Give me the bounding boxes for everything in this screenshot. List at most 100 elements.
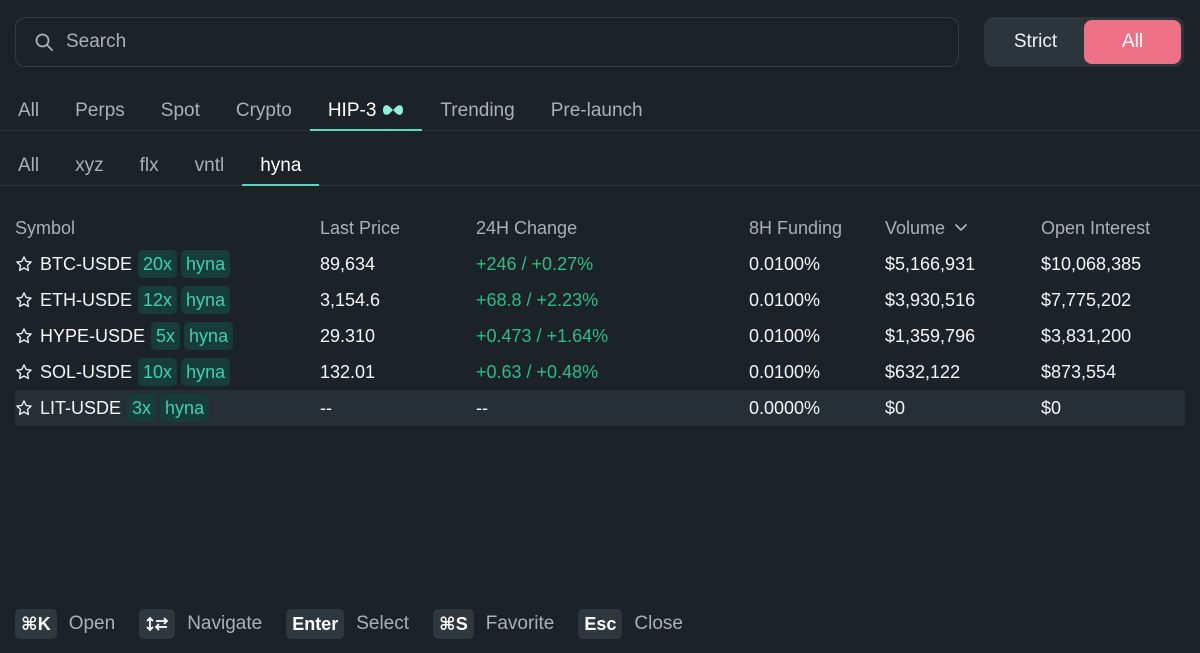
last-price: --	[320, 397, 332, 418]
tab-trending[interactable]: Trending	[422, 90, 532, 130]
tab-perps[interactable]: Perps	[57, 90, 143, 130]
volume: $1,359,796	[885, 325, 976, 346]
change-24h: +246 / +0.27%	[476, 253, 594, 274]
open-interest: $10,068,385	[1041, 253, 1142, 274]
open-interest: $7,775,202	[1041, 289, 1132, 310]
dex-badge: hyna	[181, 358, 231, 386]
change-24h: +68.8 / +2.23%	[476, 289, 599, 310]
header-volume-label: Volume	[885, 217, 946, 238]
last-price: 132.01	[320, 361, 376, 382]
symbol-name: HYPE-USDE	[40, 325, 146, 346]
leverage-badge: 5x	[151, 322, 181, 350]
tab-crypto[interactable]: Crypto	[218, 90, 310, 130]
tab-hip3[interactable]: HIP-3	[309, 90, 423, 131]
leverage-badge: 10x	[138, 358, 178, 386]
arrows-icon	[146, 616, 169, 632]
all-option[interactable]: All	[1084, 20, 1181, 64]
change-24h: --	[476, 397, 488, 418]
navigate-shortcut-label: Navigate	[187, 613, 263, 634]
chevron-down-icon	[955, 224, 967, 231]
table-row-selected[interactable]: LIT-USDE 3x hyna -- -- 0.0000% $0 $0	[15, 390, 1185, 426]
open-interest: $3,831,200	[1041, 325, 1132, 346]
dex-badge: hyna	[160, 394, 210, 422]
dex-badge: hyna	[181, 286, 231, 314]
search-box[interactable]	[15, 17, 959, 67]
open-shortcut-label: Open	[68, 613, 116, 634]
table-row[interactable]: ETH-USDE 12x hyna 3,154.6 +68.8 / +2.23%…	[15, 282, 1185, 318]
star-icon[interactable]	[15, 327, 33, 345]
subtab-flx[interactable]: flx	[122, 147, 177, 185]
select-shortcut-label: Select	[356, 613, 410, 634]
tab-all[interactable]: All	[0, 90, 57, 130]
strict-option[interactable]: Strict	[987, 20, 1084, 64]
volume: $5,166,931	[885, 253, 976, 274]
star-icon[interactable]	[15, 291, 33, 309]
search-input[interactable]	[66, 31, 916, 53]
last-price: 89,634	[320, 253, 376, 274]
symbol-cell: SOL-USDE 10x hyna	[15, 358, 320, 386]
symbol-name: LIT-USDE	[40, 397, 122, 418]
main-tabs: All Perps Spot Crypto HIP-3 Trending Pre…	[0, 90, 1200, 131]
keyboard-shortcuts: ⌘K Open Navigate Enter Select ⌘S Favorit…	[15, 609, 707, 639]
star-icon[interactable]	[15, 399, 33, 417]
last-price: 3,154.6	[320, 289, 381, 310]
dex-badge: hyna	[181, 250, 231, 278]
tab-spot[interactable]: Spot	[143, 90, 218, 130]
star-icon[interactable]	[15, 363, 33, 381]
favorite-shortcut-key: ⌘S	[433, 609, 474, 639]
header-open-interest[interactable]: Open Interest	[1041, 218, 1185, 239]
subtab-hyna[interactable]: hyna	[242, 147, 320, 186]
header-symbol[interactable]: Symbol	[15, 218, 320, 239]
symbol-cell: HYPE-USDE 5x hyna	[15, 322, 320, 350]
table-row[interactable]: BTC-USDE 20x hyna 89,634 +246 / +0.27% 0…	[15, 246, 1185, 282]
funding-8h: 0.0100%	[749, 253, 821, 274]
header-volume[interactable]: Volume	[885, 218, 1041, 239]
table-header: Symbol Last Price 24H Change 8H Funding …	[15, 210, 1185, 246]
funding-8h: 0.0100%	[749, 289, 821, 310]
select-shortcut-key: Enter	[286, 609, 345, 639]
subtab-xyz[interactable]: xyz	[57, 147, 122, 185]
symbol-cell: ETH-USDE 12x hyna	[15, 286, 320, 314]
favorite-shortcut-label: Favorite	[485, 613, 555, 634]
subtab-vntl[interactable]: vntl	[177, 147, 243, 185]
funding-8h: 0.0000%	[749, 397, 821, 418]
tab-hip3-label: HIP-3	[327, 100, 377, 121]
close-shortcut-label: Close	[634, 613, 683, 634]
header-24h-change[interactable]: 24H Change	[476, 218, 749, 239]
open-shortcut-key: ⌘K	[15, 609, 57, 639]
volume: $0	[885, 397, 906, 418]
symbol-name: SOL-USDE	[40, 361, 133, 382]
symbol-cell: LIT-USDE 3x hyna	[15, 394, 320, 422]
open-interest: $873,554	[1041, 361, 1117, 382]
hyperliquid-logo-icon	[383, 105, 404, 115]
subtab-all[interactable]: All	[0, 147, 57, 185]
tab-pre-launch[interactable]: Pre-launch	[533, 90, 661, 130]
star-icon[interactable]	[15, 255, 33, 273]
header-last-price[interactable]: Last Price	[320, 218, 476, 239]
dex-badge: hyna	[184, 322, 234, 350]
leverage-badge: 12x	[138, 286, 178, 314]
header-8h-funding[interactable]: 8H Funding	[749, 218, 885, 239]
last-price: 29.310	[320, 325, 376, 346]
close-shortcut-key: Esc	[578, 609, 623, 639]
markets-table: Symbol Last Price 24H Change 8H Funding …	[15, 210, 1185, 426]
change-24h: +0.63 / +0.48%	[476, 361, 599, 382]
change-24h: +0.473 / +1.64%	[476, 325, 609, 346]
symbol-name: BTC-USDE	[40, 253, 133, 274]
funding-8h: 0.0100%	[749, 361, 821, 382]
volume: $632,122	[885, 361, 961, 382]
table-row[interactable]: HYPE-USDE 5x hyna 29.310 +0.473 / +1.64%…	[15, 318, 1185, 354]
open-interest: $0	[1041, 397, 1062, 418]
navigate-shortcut-key	[139, 609, 176, 639]
volume: $3,930,516	[885, 289, 976, 310]
symbol-name: ETH-USDE	[40, 289, 133, 310]
dex-tabs: All xyz flx vntl hyna	[0, 147, 1200, 186]
table-row[interactable]: SOL-USDE 10x hyna 132.01 +0.63 / +0.48% …	[15, 354, 1185, 390]
match-mode-toggle: Strict All	[984, 17, 1184, 67]
leverage-badge: 3x	[127, 394, 157, 422]
symbol-cell: BTC-USDE 20x hyna	[15, 250, 320, 278]
market-selector-modal: Strict All All Perps Spot Crypto HIP-3 T…	[0, 0, 1200, 653]
search-icon	[35, 33, 53, 51]
leverage-badge: 20x	[138, 250, 178, 278]
funding-8h: 0.0100%	[749, 325, 821, 346]
